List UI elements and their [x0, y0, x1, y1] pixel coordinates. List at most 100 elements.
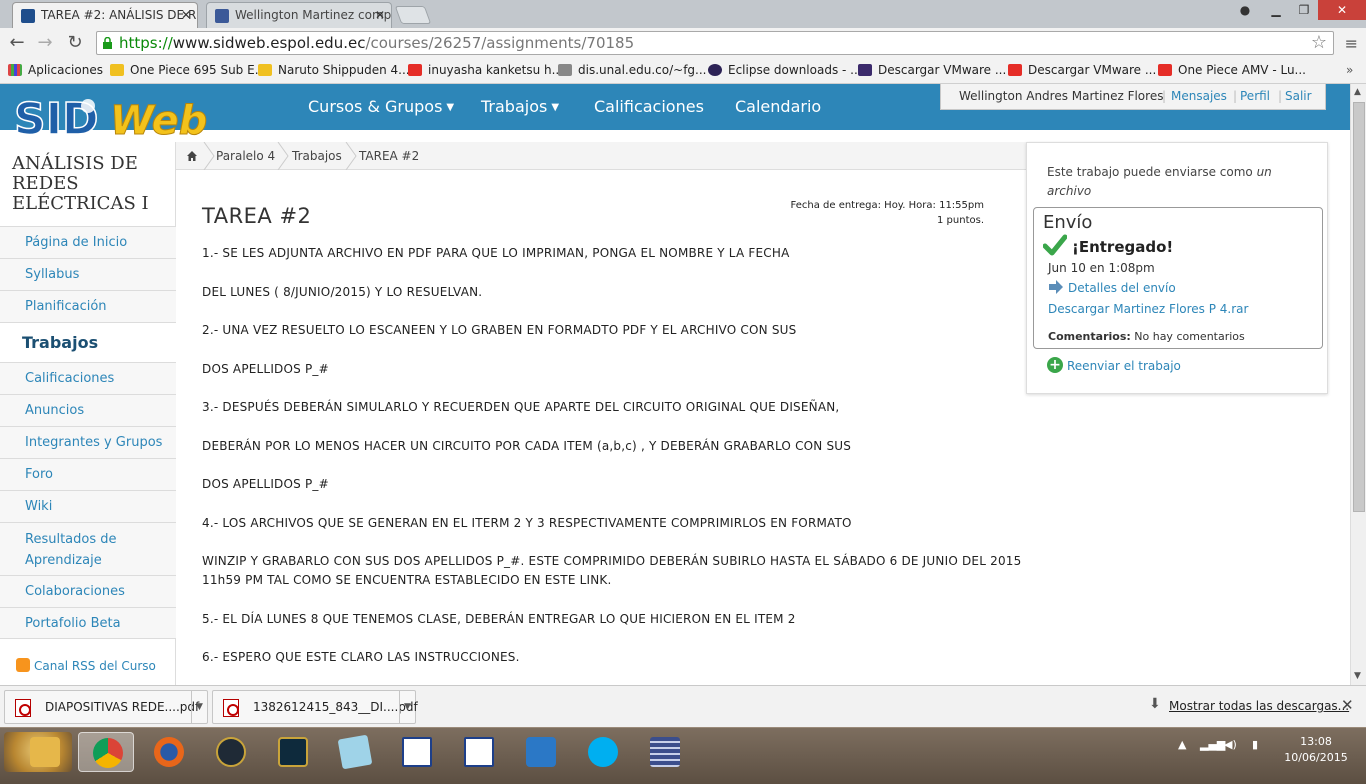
paint-app[interactable]	[388, 732, 444, 772]
sidebar-item-trabajos[interactable]: Trabajos	[0, 322, 176, 362]
home-icon[interactable]	[186, 150, 198, 162]
bookmark-label: dis.unal.edu.co/~fg...	[578, 63, 707, 77]
notepad-app[interactable]	[326, 732, 382, 772]
tab-facebook[interactable]: Wellington Martinez comp ✕	[206, 2, 392, 28]
warcraft-app[interactable]	[202, 732, 258, 772]
submission-heading: Envío	[1043, 212, 1093, 233]
sidebar-item-label: Resultados de Aprendizaje	[25, 532, 117, 568]
bookmark-item[interactable]: Descargar VMware ...	[1008, 63, 1156, 77]
league-app[interactable]	[264, 732, 320, 772]
bookmark-item[interactable]: Descargar VMware ...	[858, 63, 1006, 77]
bookmark-item[interactable]: Eclipse downloads - ...	[708, 63, 862, 77]
sidebar-item-anuncios[interactable]: Anuncios	[0, 394, 176, 426]
bookmark-star-icon[interactable]: ☆	[1311, 32, 1327, 54]
minimize-button[interactable]: ▁	[1262, 0, 1290, 20]
download-item[interactable]: DIAPOSITIVAS REDE....pdf ▼	[4, 690, 208, 724]
separator: |	[1233, 89, 1238, 103]
nav-trabajos[interactable]: Trabajos ▼	[481, 97, 559, 116]
address-bar[interactable]: https://www.sidweb.espol.edu.ec/courses/…	[96, 31, 1334, 55]
skype-icon	[588, 737, 618, 767]
breadcrumb-trabajos[interactable]: Trabajos	[292, 149, 342, 163]
sidebar-item-wiki[interactable]: Wiki	[0, 490, 176, 522]
close-downloads-icon[interactable]: ✕	[1341, 696, 1354, 714]
sidebar-item-label: Foro	[25, 467, 53, 482]
scroll-up-icon[interactable]: ▲	[1354, 87, 1361, 97]
user-icon[interactable]: ●	[1234, 0, 1256, 20]
caret-down-icon: ▼	[551, 102, 560, 113]
course-title-line: ANÁLISIS DE	[12, 153, 138, 174]
sidebar-item-planificacion[interactable]: Planificación	[0, 290, 176, 322]
sidebar-item-colaboraciones[interactable]: Colaboraciones	[0, 575, 176, 607]
sidebar-item-label: Trabajos	[22, 333, 99, 352]
back-button[interactable]: ←	[6, 32, 28, 54]
runner-app[interactable]	[512, 732, 568, 772]
bookmark-apps[interactable]: Aplicaciones	[8, 63, 103, 77]
close-tab-icon[interactable]: ✕	[375, 8, 385, 22]
nav-cursos-grupos[interactable]: Cursos & Grupos ▼	[308, 97, 454, 116]
course-title-line: ELÉCTRICAS I	[12, 193, 149, 214]
download-submission-link[interactable]: Descargar Martinez Flores P 4.rar	[1048, 302, 1248, 316]
nav-calificaciones[interactable]: Calificaciones	[594, 97, 704, 116]
chrome-app[interactable]	[78, 732, 134, 772]
chrome-menu-icon[interactable]: ≡	[1345, 34, 1358, 53]
user-name[interactable]: Wellington Andres Martinez Flores	[959, 84, 1163, 108]
explorer-app[interactable]	[16, 732, 72, 772]
messages-link[interactable]: Mensajes	[1171, 84, 1227, 108]
instruction-line: WINZIP Y GRABARLO CON SUS DOS APELLIDOS …	[202, 554, 1022, 568]
clock-date: 10/06/2015	[1284, 751, 1348, 764]
close-tab-icon[interactable]: ✕	[181, 8, 191, 22]
resend-assignment-link[interactable]: Reenviar el trabajo	[1067, 359, 1181, 373]
breadcrumb-paralelo[interactable]: Paralelo 4	[216, 149, 275, 163]
sidebar-item-label: Calificaciones	[25, 371, 115, 386]
chevron-down-icon[interactable]: ▼	[191, 691, 207, 723]
bookmark-item[interactable]: One Piece AMV - Lu...	[1158, 63, 1306, 77]
rss-link[interactable]: Canal RSS del Curso	[16, 658, 156, 673]
restore-button[interactable]: ❐	[1290, 0, 1318, 20]
download-item[interactable]: 1382612415_843__DI....pdf ▼	[212, 690, 418, 724]
submission-details-link[interactable]: Detalles del envío	[1068, 281, 1176, 295]
scroll-down-icon[interactable]: ▼	[1354, 671, 1361, 681]
show-all-downloads-link[interactable]: Mostrar todas las descargas...	[1169, 699, 1349, 713]
bookmarks-overflow-button[interactable]: »	[1346, 63, 1353, 77]
reload-button[interactable]: ↻	[64, 32, 86, 54]
logout-link[interactable]: Salir	[1285, 84, 1312, 108]
nav-calendario[interactable]: Calendario	[735, 97, 821, 116]
sidebar-item-portafolio[interactable]: Portafolio Beta	[0, 607, 176, 639]
sidebar-item-label: Planificación	[25, 299, 107, 314]
bookmark-item[interactable]: One Piece 695 Sub E...	[110, 63, 266, 77]
signal-icon[interactable]: ▂▄▆	[1200, 738, 1225, 751]
skype-app[interactable]	[574, 732, 630, 772]
sidebar-item-inicio[interactable]: Página de Inicio	[0, 226, 176, 258]
equalizer-app[interactable]	[636, 732, 692, 772]
tab-title: TAREA #2: ANÁLISIS DE RE	[41, 8, 198, 22]
chevron-down-icon[interactable]: ▼	[399, 691, 415, 723]
instruction-line: 5.- EL DÍA LUNES 8 QUE TENEMOS CLASE, DE…	[202, 612, 796, 626]
scroll-thumb[interactable]	[1353, 102, 1365, 512]
bookmark-item[interactable]: inuyasha kanketsu h...	[408, 63, 563, 77]
tray-expand-icon[interactable]: ▲	[1178, 738, 1186, 751]
volume-icon[interactable]: ◀)	[1224, 738, 1237, 751]
battery-icon[interactable]: ▮	[1252, 738, 1258, 751]
submission-comments: Comentarios: No hay comentarios	[1048, 330, 1245, 343]
sidebar-item-calificaciones[interactable]: Calificaciones	[0, 362, 176, 394]
forward-button[interactable]: →	[34, 32, 56, 54]
taskbar-clock[interactable]: 13:08 10/06/2015	[1276, 734, 1356, 766]
close-window-button[interactable]: ✕	[1318, 0, 1366, 20]
new-tab-button[interactable]	[394, 6, 432, 24]
page-scrollbar[interactable]: ▲ ▼	[1350, 84, 1366, 685]
sidebar-item-foro[interactable]: Foro	[0, 458, 176, 490]
bookmark-item[interactable]: Naruto Shippuden 4...	[258, 63, 410, 77]
sidebar-item-integrantes[interactable]: Integrantes y Grupos	[0, 426, 176, 458]
sidebar-item-resultados[interactable]: Resultados de Aprendizaje	[0, 522, 176, 575]
tab-active[interactable]: TAREA #2: ANÁLISIS DE RE ✕	[12, 2, 198, 28]
due-date: Fecha de entrega: Hoy. Hora: 11:55pm	[790, 200, 984, 211]
firefox-app[interactable]	[140, 732, 196, 772]
bookmark-item[interactable]: dis.unal.edu.co/~fg...	[558, 63, 706, 77]
instruction-line: DOS APELLIDOS P_#	[202, 477, 329, 491]
profile-link[interactable]: Perfil	[1240, 84, 1270, 108]
calculator-app[interactable]	[450, 732, 506, 772]
sidweb-logo[interactable]: SID Web	[12, 88, 208, 144]
instruction-line: DEBERÁN POR LO MENOS HACER UN CIRCUITO P…	[202, 439, 852, 453]
lock-icon	[103, 37, 112, 49]
sidebar-item-syllabus[interactable]: Syllabus	[0, 258, 176, 290]
